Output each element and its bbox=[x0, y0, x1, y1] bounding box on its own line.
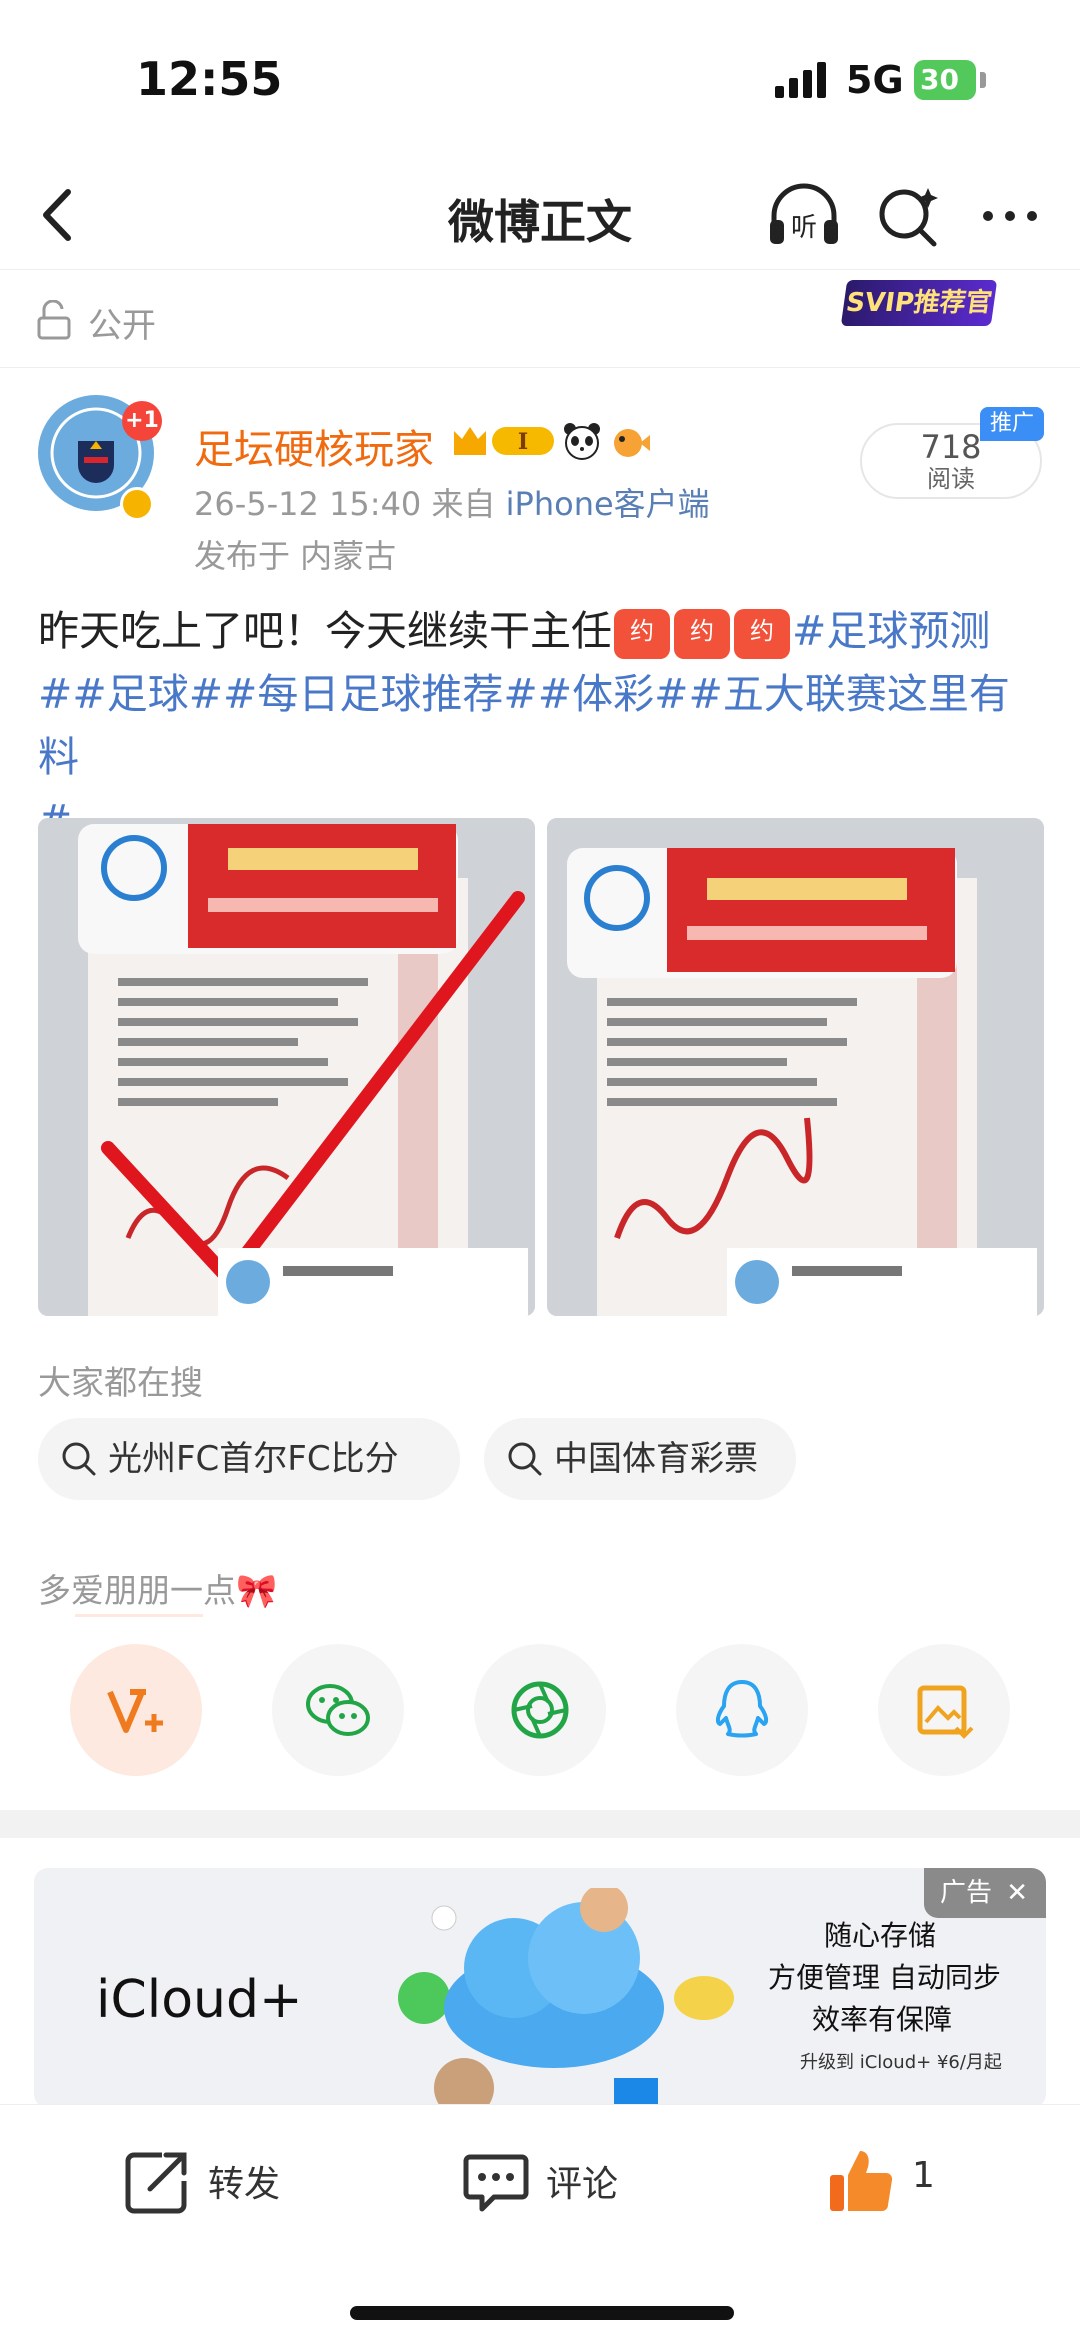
yue-emoji-icon: 约 bbox=[614, 609, 670, 659]
level-text: I bbox=[518, 429, 528, 455]
post-from-prefix: 来自 bbox=[431, 485, 496, 523]
share-save-image-button[interactable] bbox=[878, 1644, 1010, 1776]
search-chip[interactable]: 光州FC首尔FC比分 bbox=[38, 1418, 460, 1500]
crown-level-icon: I bbox=[454, 427, 554, 455]
search-chip[interactable]: 中国体育彩票 bbox=[484, 1418, 796, 1500]
status-time: 12:55 bbox=[136, 52, 283, 106]
ad-logo: iCloud+ bbox=[96, 1970, 303, 2030]
yue-emoji-icon: 约 bbox=[674, 609, 730, 659]
post-location: 发布于 内蒙古 bbox=[194, 537, 397, 575]
status-bar: 12:55 5G 30 bbox=[0, 0, 1080, 160]
visibility-row: 公开 SVIP推荐官 bbox=[0, 272, 1080, 368]
vplus-icon bbox=[107, 1689, 163, 1733]
share-vplus-button[interactable] bbox=[70, 1644, 202, 1776]
share-wechat-button[interactable] bbox=[272, 1644, 404, 1776]
promo-tag: 推广 bbox=[980, 407, 1044, 441]
ad-tag-label: 广告 bbox=[940, 1878, 993, 1908]
share-indicator bbox=[75, 1614, 203, 1617]
cloud-icon bbox=[398, 1888, 734, 2108]
visibility-label: 公开 bbox=[88, 306, 156, 346]
close-icon[interactable]: ✕ bbox=[1006, 1878, 1028, 1908]
wechat-icon bbox=[306, 1684, 370, 1736]
ad-line-1: 随心存储 bbox=[824, 1919, 937, 1952]
repost-icon bbox=[125, 2152, 187, 2214]
like-button[interactable]: 1 bbox=[826, 2141, 966, 2221]
lock-open-icon bbox=[37, 300, 71, 340]
read-count-label: 阅读 bbox=[927, 465, 975, 493]
post-meta: 26-5-12 15:40 来自 iPhone客户端 bbox=[194, 479, 710, 525]
share-qq-button[interactable] bbox=[676, 1644, 808, 1776]
search-chip-label: 中国体育彩票 bbox=[554, 1439, 758, 1479]
ad-line-4: 升级到 iCloud+ ¥6/月起 bbox=[800, 2052, 1002, 2073]
headphones-icon[interactable]: 听 bbox=[766, 180, 842, 252]
ad-tag[interactable]: 广告 ✕ bbox=[924, 1868, 1046, 1918]
more-icon[interactable] bbox=[974, 180, 1046, 252]
ad-line-2: 方便管理 自动同步 bbox=[768, 1961, 1001, 1994]
ad-line-3: 效率有保障 bbox=[812, 2003, 953, 2036]
share-label: 多爱朋朋一点🎀 bbox=[38, 1571, 278, 1610]
moments-icon bbox=[511, 1681, 569, 1739]
ad-banner[interactable]: iCloud+ 广告 ✕ 随心存储 方便管理 自动同步 效率有保障 升级到 iC… bbox=[34, 1868, 1046, 2108]
hashtag-link[interactable]: #足球预测 bbox=[792, 607, 990, 655]
post-text-main: 昨天吃上了吧！今天继续干主任 bbox=[38, 607, 612, 655]
post-body: 昨天吃上了吧！今天继续干主任约约约 #足球预测##足球##每日足球推荐##体彩##… bbox=[38, 600, 1048, 852]
nav-bar: 微博正文 听 bbox=[0, 160, 1080, 270]
battery-tip bbox=[980, 72, 986, 88]
search-chip-label: 光州FC首尔FC比分 bbox=[108, 1439, 399, 1479]
post-image-1[interactable] bbox=[38, 818, 535, 1316]
verified-icon bbox=[120, 487, 154, 521]
battery-indicator: 30 bbox=[914, 60, 976, 100]
search-icon bbox=[62, 1442, 96, 1476]
fish-icon bbox=[614, 429, 650, 457]
hashtag-link[interactable]: ##足球##每日足球推荐##体彩##五大联赛这里有料 bbox=[38, 670, 1010, 781]
post-image-2[interactable] bbox=[547, 818, 1044, 1316]
author-header: +1 足坛硬核玩家 I 26-5-12 15:40 来自 iPhone客户端 发… bbox=[0, 395, 1080, 585]
svg-text:听: 听 bbox=[791, 213, 817, 243]
comment-icon bbox=[463, 2154, 529, 2212]
thumbs-up-icon bbox=[830, 2151, 893, 2211]
comment-button[interactable]: 评论 bbox=[460, 2141, 660, 2221]
save-image-icon bbox=[917, 1685, 974, 1739]
repost-button[interactable]: 转发 bbox=[122, 2141, 322, 2221]
lottery-ticket-image bbox=[547, 818, 1044, 1316]
comment-label: 评论 bbox=[546, 2164, 619, 2205]
like-count: 1 bbox=[912, 2155, 935, 2196]
lottery-ticket-image bbox=[38, 818, 535, 1316]
signal-icon bbox=[775, 62, 826, 98]
repost-label: 转发 bbox=[208, 2164, 281, 2205]
section-divider bbox=[0, 1810, 1080, 1838]
yue-emoji-icon: 约 bbox=[734, 609, 790, 659]
share-moments-button[interactable] bbox=[474, 1644, 606, 1776]
home-indicator bbox=[350, 2306, 734, 2320]
author-name[interactable]: 足坛硬核玩家 bbox=[194, 417, 434, 475]
svip-badge[interactable]: SVIP推荐官 bbox=[840, 280, 998, 326]
search-icon[interactable] bbox=[872, 180, 944, 252]
panda-icon bbox=[564, 423, 600, 460]
qq-icon bbox=[715, 1680, 769, 1738]
search-icon bbox=[508, 1442, 542, 1476]
trending-search-label: 大家都在搜 bbox=[38, 1363, 203, 1402]
network-type: 5G bbox=[846, 58, 904, 102]
avatar-notification-badge: +1 bbox=[122, 401, 162, 441]
post-date: 26-5-12 15:40 bbox=[194, 485, 422, 523]
post-source-link[interactable]: iPhone客户端 bbox=[506, 485, 710, 523]
